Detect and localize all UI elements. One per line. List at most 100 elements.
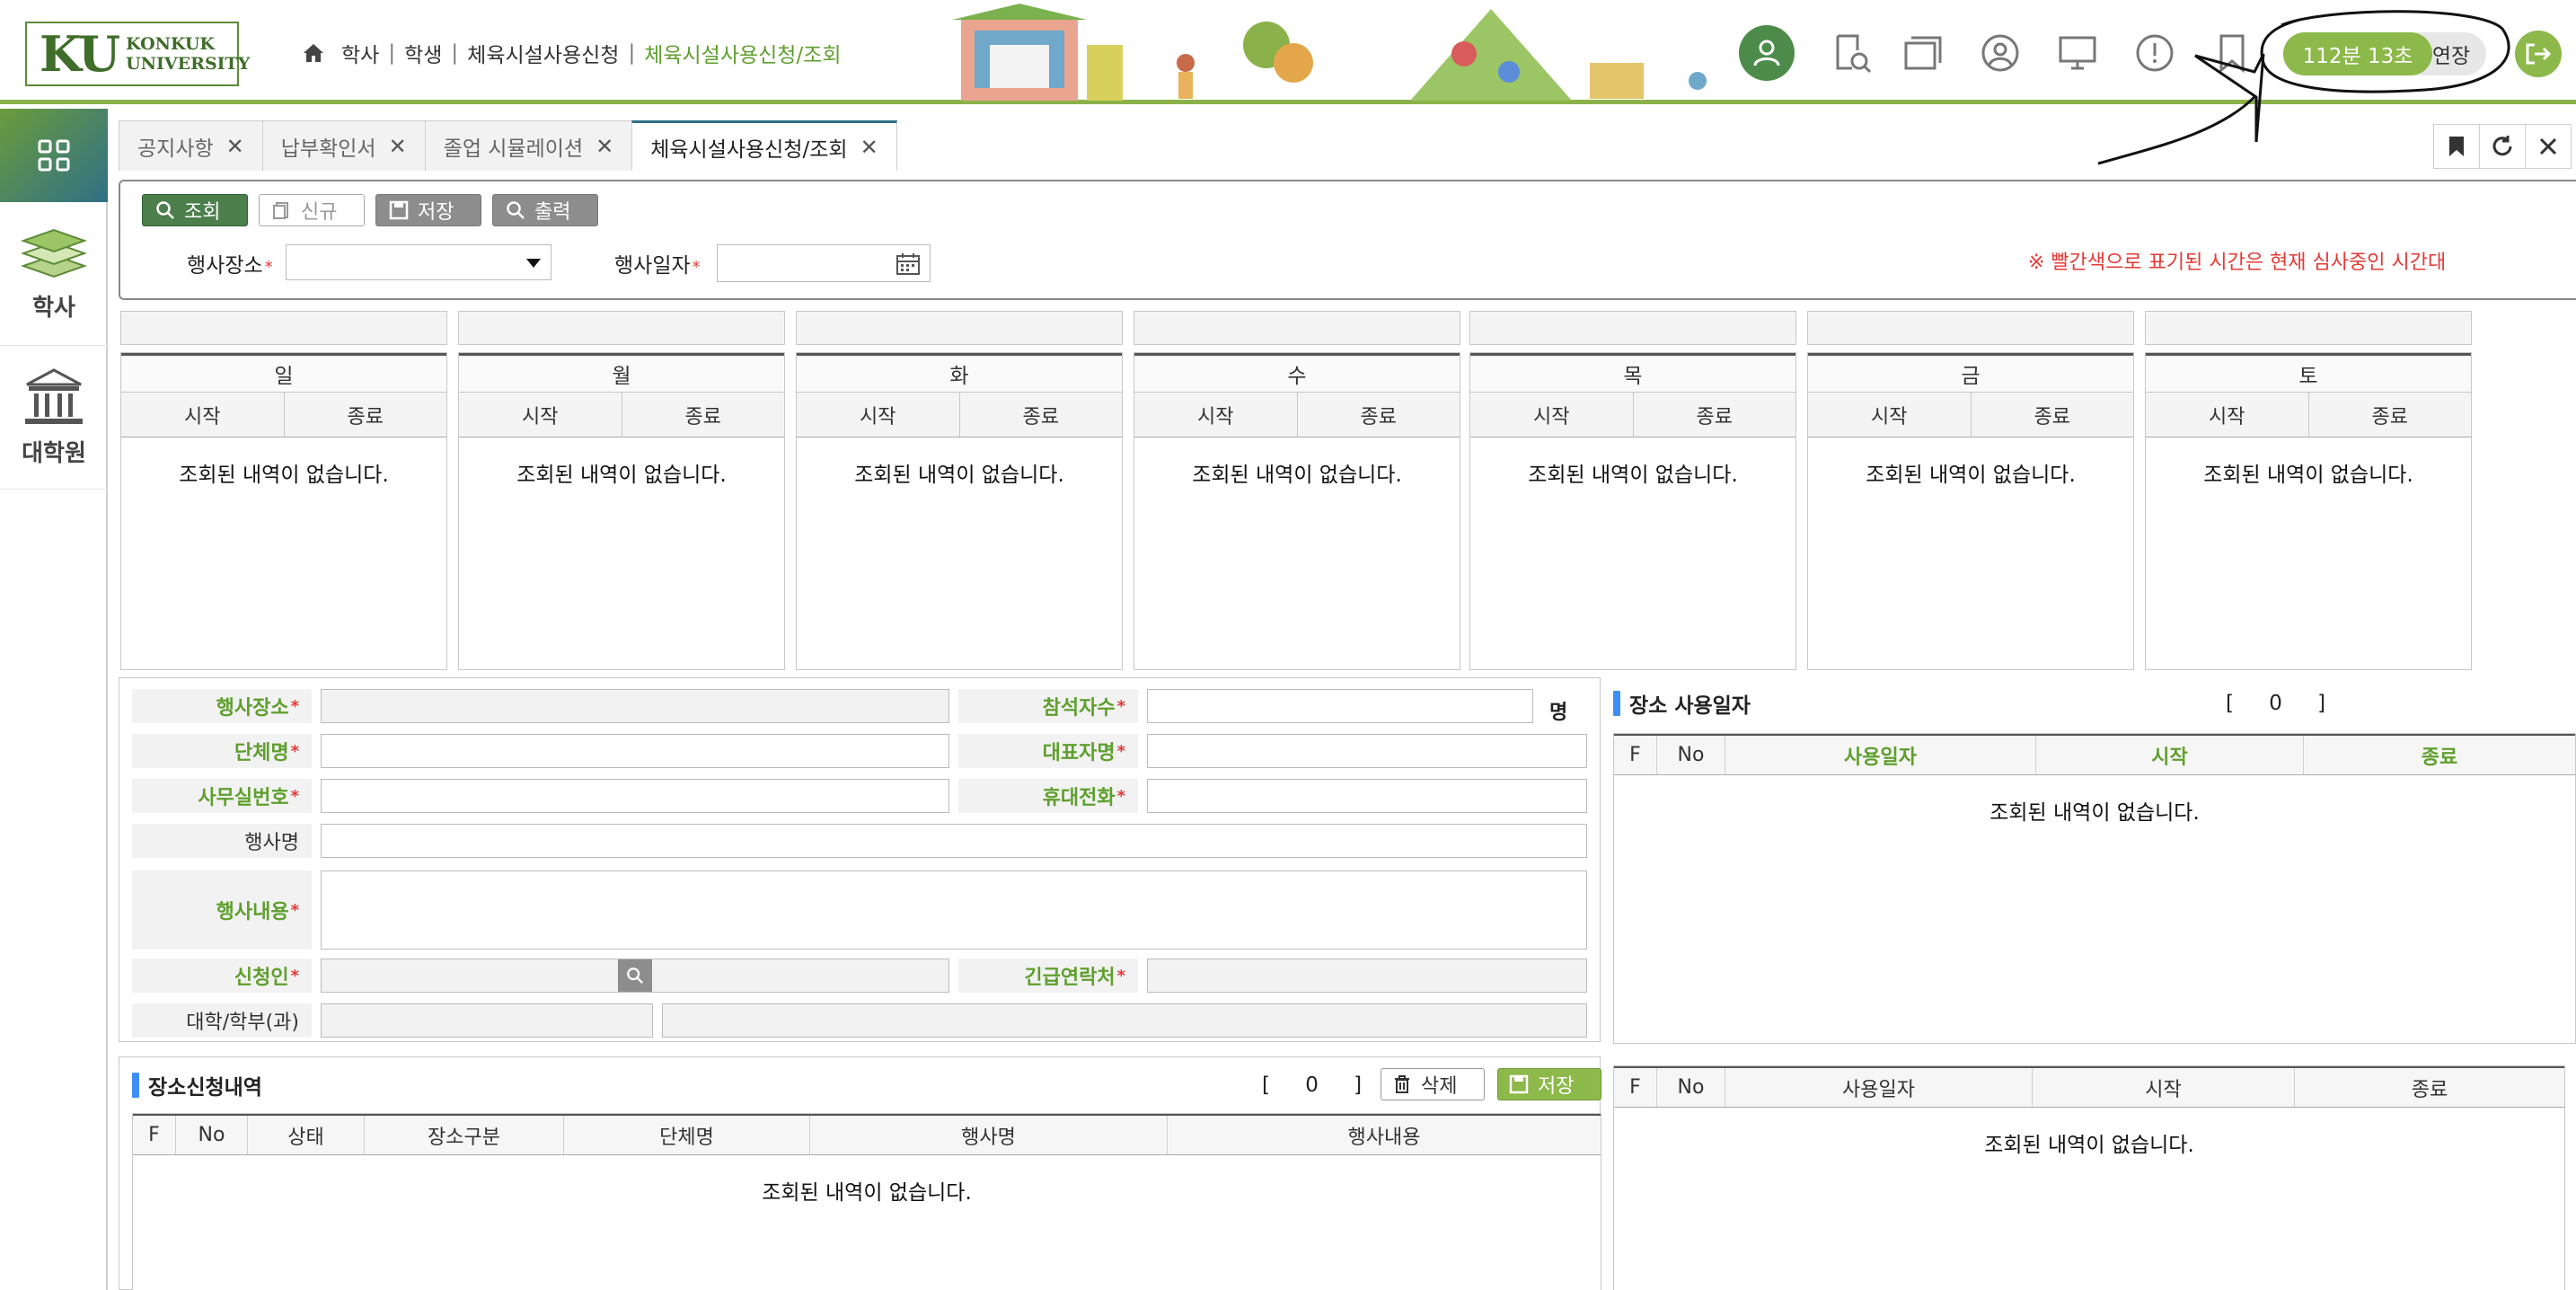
col-event-content[interactable]: 행사내용 [1168,1116,1601,1154]
monitor-icon[interactable] [2053,29,2102,77]
konkuk-logo[interactable]: KU KONKUK UNIVERSITY [25,22,250,86]
print-button[interactable]: 출력 [492,194,598,226]
close-icon[interactable]: ✕ [860,135,878,160]
col-start[interactable]: 시작 [2036,736,2304,774]
close-page-button[interactable] [2525,124,2572,169]
day-header-blank [1134,311,1460,345]
logo-text-1: KONKUK [126,34,215,54]
col-date[interactable]: 사용일자 [1725,736,2036,774]
event-content-field[interactable] [321,870,1587,950]
list-save-button[interactable]: 저장 [1497,1068,1601,1100]
windows-icon[interactable] [1899,29,1947,77]
applicant-field[interactable] [321,959,949,993]
profile-icon[interactable] [1976,29,2025,77]
refresh-icon [2492,136,2512,156]
page-tabs: 공지사항 ✕ 납부확인서 ✕ 졸업 시뮬레이션 ✕ 체육시설사용신청/조회 ✕ [119,120,897,171]
place-field[interactable] [321,689,949,723]
group-label: 단체명 * [132,734,312,768]
attendees-field[interactable] [1147,689,1533,723]
event-name-label: 행사명 [132,824,312,858]
print-button-label: 출력 [534,201,571,224]
col-date[interactable]: 사용일자 [1725,1068,2033,1107]
delete-button[interactable]: 삭제 [1381,1068,1485,1100]
sidebar-item-academic[interactable]: 학사 [0,202,108,346]
refresh-button[interactable] [2479,124,2526,169]
start-header: 시작 [121,393,285,437]
usage-dates-grid-2: F No 사용일자 시작 종료 조회된 내역이 없습니다. [1613,1065,2565,1290]
end-header: 종료 [1360,405,1397,429]
emergency-field[interactable] [1147,959,1587,993]
tab-tools [2433,124,2572,169]
event-name-field[interactable] [321,824,1587,858]
col-no[interactable]: No [1657,736,1725,774]
start-header: 시작 [797,393,960,437]
tab-label: 졸업 시뮬레이션 [443,137,584,161]
col-no[interactable]: No [1657,1068,1725,1107]
logout-button[interactable] [2515,31,2562,77]
extend-button[interactable]: 연장 [2416,39,2486,69]
calendar-icon[interactable] [895,252,921,276]
applicant-search-button[interactable] [618,959,652,992]
save-button[interactable]: 저장 [375,194,481,226]
usage-count: [ 0 ] [2226,692,2328,715]
empty-message: 조회된 내역이 없습니다. [2203,464,2413,487]
day-header-blank [1469,311,1796,345]
office-phone-field[interactable] [321,779,949,813]
emergency-label: 긴급연락처 * [958,959,1138,993]
mobile-field[interactable] [1147,779,1587,813]
tab-payment[interactable]: 납부확인서 ✕ [261,120,426,171]
alert-icon[interactable] [2130,29,2179,77]
col-end[interactable]: 종료 [2304,736,2575,774]
col-status[interactable]: 상태 [248,1116,365,1154]
bookmark-icon [2449,137,2464,156]
user-icon[interactable] [1739,25,1795,81]
breadcrumb-item-1[interactable]: 학사 [341,38,379,68]
breadcrumb-item-3[interactable]: 체육시설사용신청 [467,38,619,68]
col-start[interactable]: 시작 [2033,1068,2295,1107]
breadcrumb-item-2[interactable]: 학생 [404,38,442,68]
home-icon[interactable] [302,42,325,64]
bookmark-page-button[interactable] [2433,124,2480,169]
day-name: 수 [1134,353,1460,393]
representative-field[interactable] [1147,734,1587,768]
empty-message: 조회된 내역이 없습니다. [1984,1134,2194,1157]
tab-notice[interactable]: 공지사항 ✕ [119,120,263,171]
sidebar-item-graduate[interactable]: 대학원 [0,346,108,490]
application-count: [ 0 ] [1262,1074,1364,1097]
end-header: 종료 [2033,405,2070,429]
day-column-mon: 월 시작 종료 조회된 내역이 없습니다. [458,352,785,670]
day-column-sat: 토 시작 종료 조회된 내역이 없습니다. [2145,352,2472,670]
empty-message: 조회된 내역이 없습니다. [762,1181,972,1205]
department-field[interactable] [662,1003,1587,1038]
place-field-label: 행사장소 * [132,689,312,723]
col-f[interactable]: F [1614,1068,1657,1107]
col-f[interactable]: F [1614,736,1657,774]
menu-grid-button[interactable] [0,109,108,202]
close-icon[interactable]: ✕ [226,134,244,159]
application-grid: F No 상태 장소구분 단체명 행사명 행사내용 조회된 내역이 없습니다. [132,1113,1601,1290]
place-select[interactable] [286,244,551,280]
col-event-name[interactable]: 행사명 [810,1116,1168,1154]
tab-facility[interactable]: 체육시설사용신청/조회 ✕ [631,120,897,171]
tab-graduation[interactable]: 졸업 시뮬레이션 ✕ [424,120,633,171]
close-icon[interactable]: ✕ [595,134,613,159]
group-field[interactable] [321,734,949,768]
logo-text-2: UNIVERSITY [126,54,251,74]
col-group[interactable]: 단체명 [564,1116,810,1154]
col-place-type[interactable]: 장소구분 [365,1116,564,1154]
new-button[interactable]: 신규 [259,194,365,226]
grid-icon [38,139,70,172]
col-f[interactable]: F [133,1116,176,1154]
bookmark-icon[interactable] [2208,29,2256,77]
col-no[interactable]: No [176,1116,248,1154]
col-end[interactable]: 종료 [2295,1068,2564,1107]
day-name: 목 [1470,353,1795,393]
search-doc-icon[interactable] [1827,29,1875,77]
close-icon[interactable]: ✕ [389,134,407,159]
college-field[interactable] [321,1003,653,1038]
day-header-blank [2145,311,2472,345]
date-input[interactable] [717,244,931,282]
office-phone-label: 사무실번호 * [132,779,312,813]
search-button[interactable]: 조회 [142,194,248,226]
campus-banner-illustration [952,4,1707,101]
